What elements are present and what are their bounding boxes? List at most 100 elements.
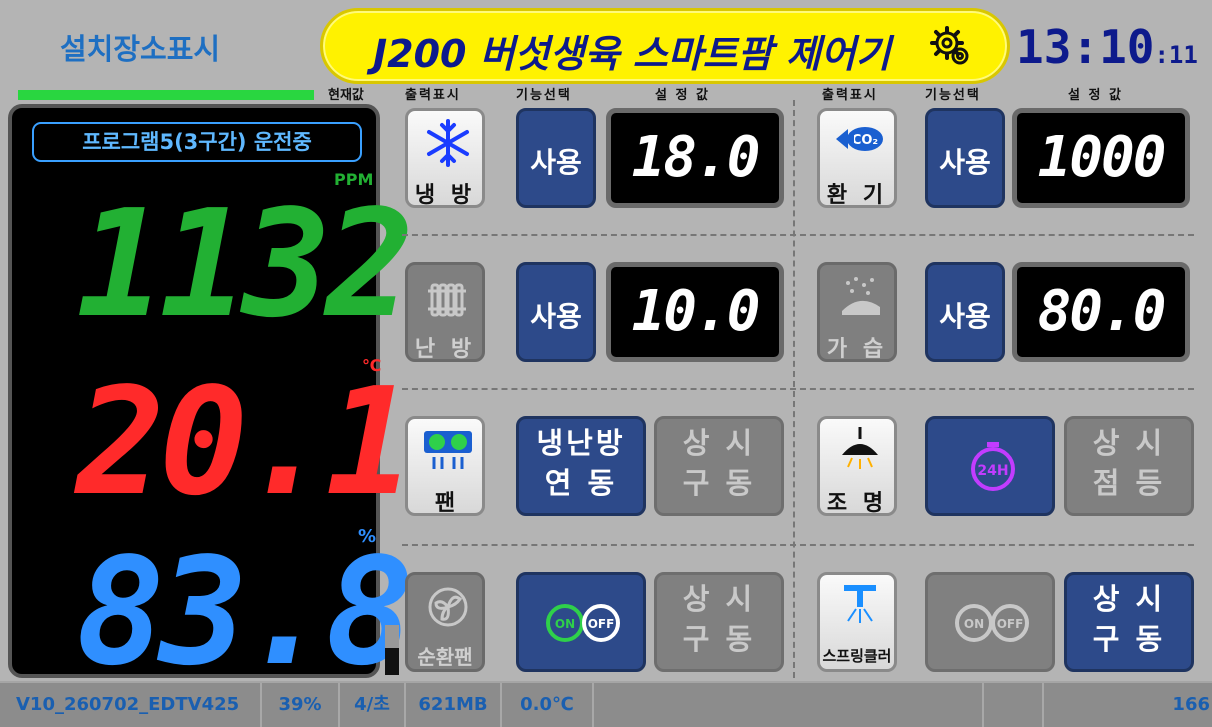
lighting-label: 조 명 — [826, 491, 888, 516]
clock-hours-minutes: 13:10 — [1016, 20, 1155, 74]
temperature-value: 20.1 — [76, 356, 414, 528]
lighting-timer-button[interactable]: 24H — [925, 416, 1055, 516]
status-memory: 621MB — [406, 683, 502, 727]
circulation-continuous-line2: 구 동 — [682, 622, 756, 656]
status-empty-cell — [984, 683, 1044, 727]
sprinkler-continuous-line1: 상 시 — [1092, 582, 1166, 616]
svg-text:24H: 24H — [977, 463, 1008, 479]
snowflake-icon — [427, 119, 469, 167]
circulation-continuous-line1: 상 시 — [682, 582, 756, 616]
co2-ventilation-icon: CO₂ — [836, 127, 883, 151]
circulation-fan-output-button[interactable]: 순환팬 — [405, 572, 485, 672]
clock-seconds: :11 — [1154, 41, 1198, 69]
fan-interlock-line2: 연 동 — [544, 466, 618, 500]
fan-continuous-button[interactable]: 상 시구 동 — [654, 416, 784, 516]
level-gauge — [385, 625, 399, 675]
cooling-function-label: 사용 — [530, 146, 582, 179]
setpoint-header-left: 설 정 값 — [655, 88, 710, 103]
24h-timer-icon: 24H — [971, 442, 1015, 491]
ventilation-setpoint-display[interactable]: 1000 — [1012, 108, 1190, 208]
location-label[interactable]: 설치장소표시 — [60, 26, 220, 68]
lighting-continuous-label: 상 시점 등 — [1067, 423, 1191, 503]
clock: 13:10:11 — [1016, 20, 1198, 74]
firmware-version: V10_260702_EDTV425 — [0, 683, 262, 727]
humidify-label: 가 습 — [826, 337, 888, 362]
ventilation-function-label: 사용 — [939, 146, 991, 179]
sprinkler-continuous-line2: 구 동 — [1092, 622, 1166, 656]
ventilation-output-button[interactable]: CO₂ 환 기 — [817, 108, 897, 208]
fan-continuous-label: 상 시구 동 — [657, 423, 781, 503]
fan-label: 팬 — [434, 491, 456, 516]
fan-continuous-line2: 구 동 — [682, 466, 756, 500]
output-header-left: 출력표시 — [405, 88, 461, 103]
status-percent: 39% — [262, 683, 340, 727]
humidify-function-label: 사용 — [939, 300, 991, 333]
heating-label: 난 방 — [414, 337, 476, 362]
heating-function-label: 사용 — [530, 300, 582, 333]
fan-interlock-button[interactable]: 냉난방연 동 — [516, 416, 646, 516]
function-header-left: 기능선택 — [516, 88, 572, 103]
lamp-icon — [842, 427, 878, 469]
settings-gear-icon[interactable] — [929, 25, 973, 69]
status-empty-cell — [594, 683, 984, 727]
sprinkler-label: 스프링클러 — [822, 647, 892, 665]
fan-interlock-label: 냉난방연 동 — [519, 423, 643, 503]
on-off-timer-icon: ON OFF — [955, 604, 1029, 642]
cooling-function-button[interactable]: 사용 — [516, 108, 596, 208]
svg-text:CO₂: CO₂ — [852, 133, 878, 148]
humidify-output-button[interactable]: 가 습 — [817, 262, 897, 362]
sprinkler-continuous-button[interactable]: 상 시구 동 — [1064, 572, 1194, 672]
circulation-fan-label: 순환팬 — [417, 645, 473, 669]
row-divider — [402, 544, 1194, 546]
on-off-timer-icon: ON OFF — [546, 604, 620, 642]
humidity-value: 83.8 — [76, 526, 414, 698]
fan-interlock-line1: 냉난방 — [536, 426, 626, 460]
fan-continuous-line1: 상 시 — [682, 426, 756, 460]
function-header-right: 기능선택 — [925, 88, 981, 103]
program-status[interactable]: 프로그램5(3구간) 운전중 — [32, 122, 362, 162]
lighting-continuous-line2: 점 등 — [1092, 466, 1166, 500]
svg-text:ON: ON — [555, 617, 575, 631]
humidify-function-button[interactable]: 사용 — [925, 262, 1005, 362]
svg-text:OFF: OFF — [588, 617, 615, 631]
radiator-icon — [428, 283, 466, 317]
fan-icon — [424, 431, 472, 469]
circulation-fan-icon — [428, 587, 468, 627]
title-banner: J200 버섯생육 스마트팜 제어기 — [320, 8, 1010, 84]
lighting-output-button[interactable]: 조 명 — [817, 416, 897, 516]
heating-setpoint-display[interactable]: 10.0 — [606, 262, 784, 362]
status-temperature: 0.0℃ — [502, 683, 594, 727]
ventilation-function-button[interactable]: 사용 — [925, 108, 1005, 208]
heating-output-button[interactable]: 난 방 — [405, 262, 485, 362]
fan-output-button[interactable]: 팬 — [405, 416, 485, 516]
svg-text:ON: ON — [964, 617, 984, 631]
sprinkler-output-button[interactable]: 스프링클러 — [817, 572, 897, 672]
status-indicator-bar — [18, 90, 314, 100]
row-divider — [402, 388, 1194, 390]
cooling-setpoint-display[interactable]: 18.0 — [606, 108, 784, 208]
row-divider — [402, 234, 1194, 236]
monitor-panel: 프로그램5(3구간) 운전중 PPM 1132 ℃ 20.1 % 83.8 — [8, 104, 414, 686]
ventilation-label: 환 기 — [826, 183, 888, 208]
lighting-continuous-button[interactable]: 상 시점 등 — [1064, 416, 1194, 516]
output-header-right: 출력표시 — [822, 88, 878, 103]
svg-text:OFF: OFF — [997, 617, 1024, 631]
level-gauge-fill — [385, 647, 399, 675]
sprinkler-continuous-label: 상 시구 동 — [1067, 579, 1191, 659]
circulation-continuous-label: 상 시구 동 — [657, 579, 781, 659]
setpoint-header-right: 설 정 값 — [1068, 88, 1123, 103]
circulation-timer-button[interactable]: ON OFF — [516, 572, 646, 672]
app-title: J200 버섯생육 스마트팜 제어기 — [373, 32, 891, 76]
sprinkler-timer-button[interactable]: ON OFF — [925, 572, 1055, 672]
status-rate: 4/초 — [340, 683, 406, 727]
circulation-continuous-button[interactable]: 상 시구 동 — [654, 572, 784, 672]
humidifier-icon — [842, 277, 880, 315]
humidify-setpoint-display[interactable]: 80.0 — [1012, 262, 1190, 362]
lighting-continuous-line1: 상 시 — [1092, 426, 1166, 460]
cooling-output-button[interactable]: 냉 방 — [405, 108, 485, 208]
heating-function-button[interactable]: 사용 — [516, 262, 596, 362]
sprinkler-icon — [844, 585, 876, 623]
cooling-label: 냉 방 — [414, 183, 476, 208]
co2-value: 1132 — [76, 178, 414, 350]
status-bar: V10_260702_EDTV425 39% 4/초 621MB 0.0℃ 16… — [0, 681, 1212, 727]
